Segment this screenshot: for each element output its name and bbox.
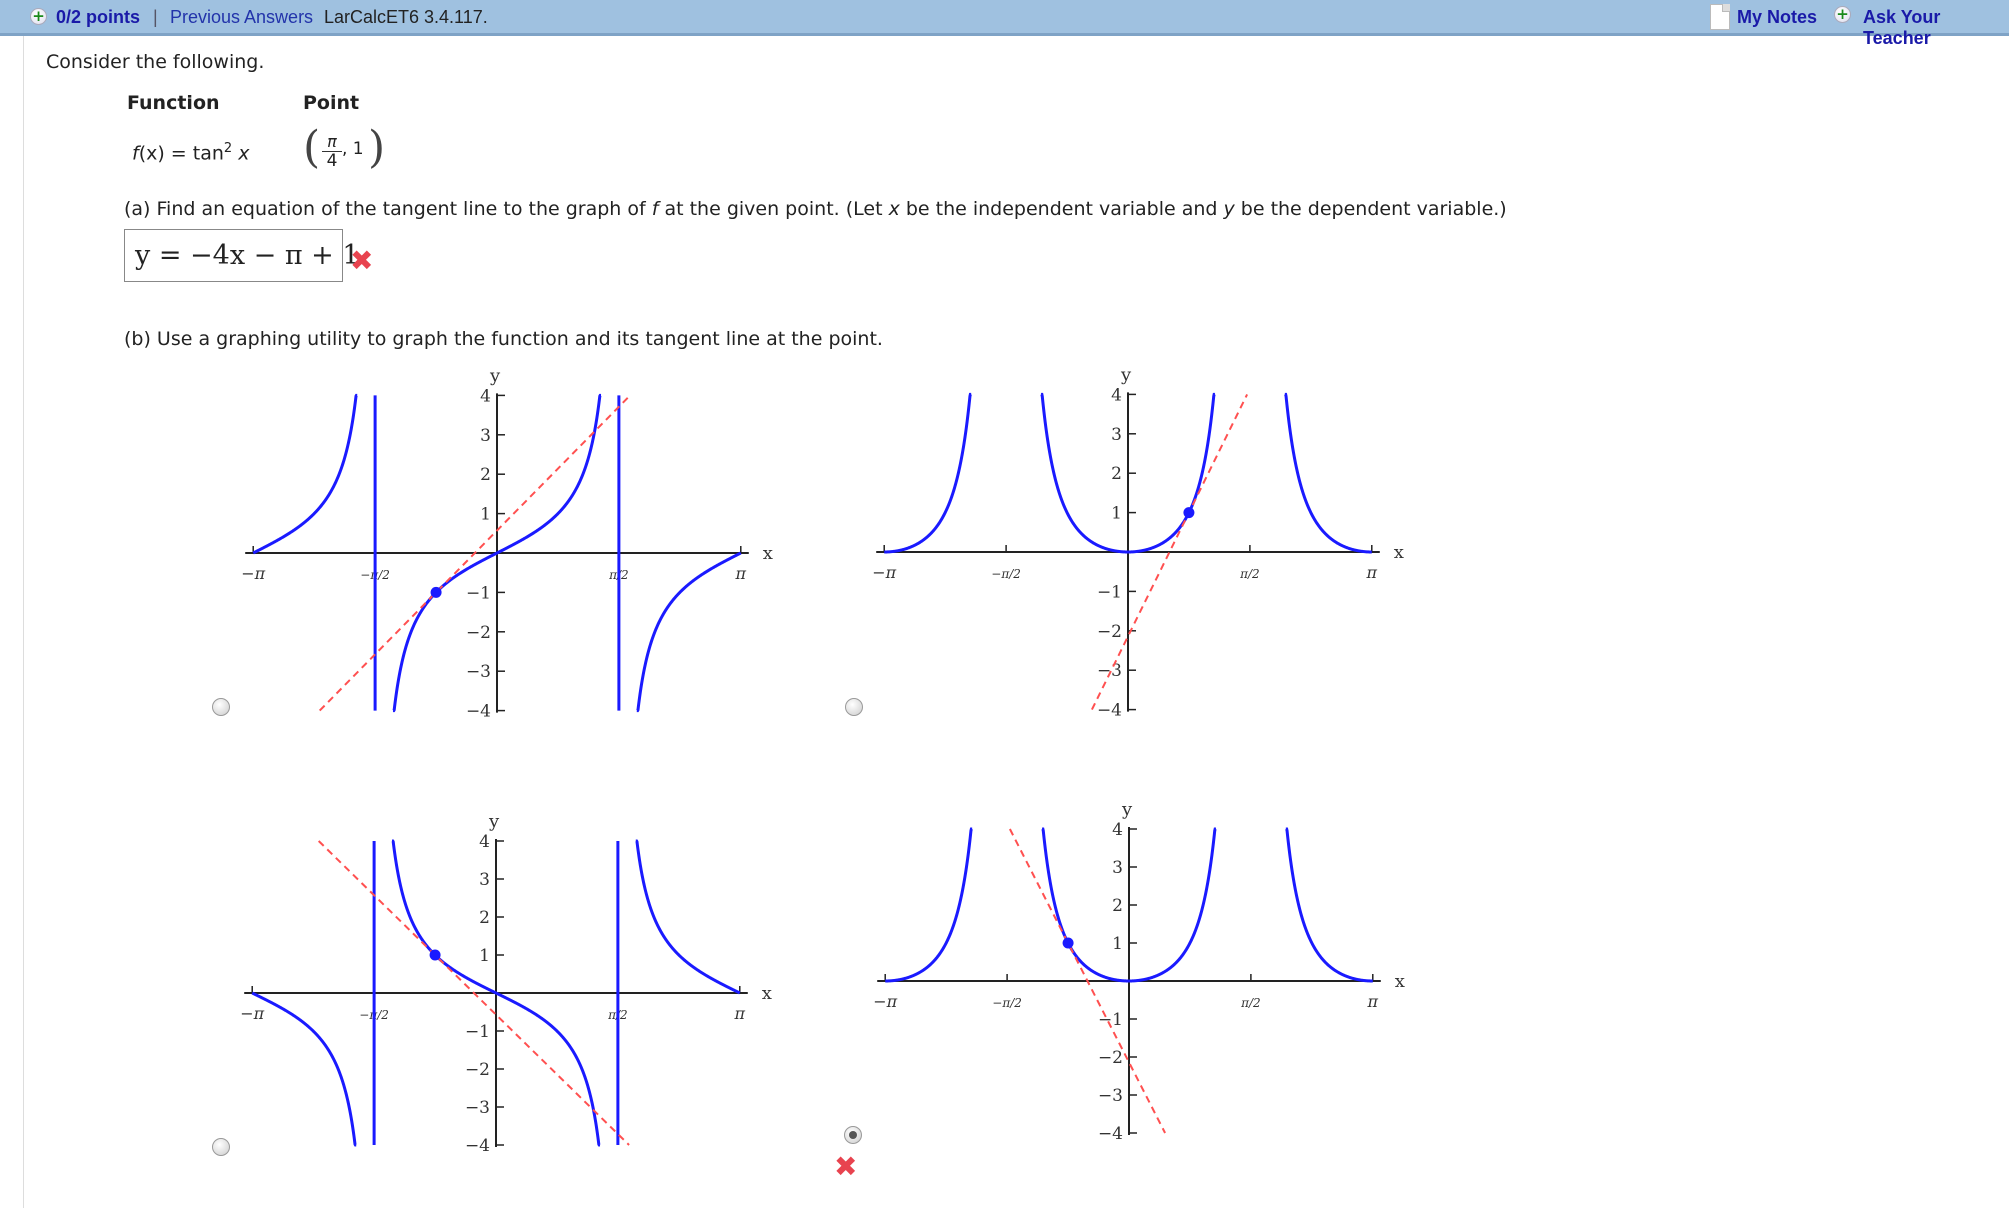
option-1-radio[interactable]: [212, 698, 230, 716]
x-tick-label: −π: [240, 1004, 264, 1023]
x-axis-label: x: [1395, 971, 1405, 992]
function-curve: [884, 392, 972, 554]
y-tick-label: −4: [1097, 701, 1122, 721]
y-tick-label: 1: [479, 946, 490, 966]
y-tick-label: −3: [1097, 661, 1122, 681]
y-axis-label: y: [488, 811, 500, 832]
function-curve: [636, 551, 742, 713]
y-tick-label: 2: [1112, 896, 1123, 916]
x-axis-label: x: [1394, 542, 1404, 563]
x-tick-label: π: [1367, 992, 1379, 1011]
x-tick-label: π/2: [1240, 996, 1261, 1010]
y-tick-label: −2: [466, 623, 491, 643]
y-tick-label: −1: [466, 583, 491, 603]
y-tick-label: −2: [465, 1060, 490, 1080]
tangent-point: [430, 586, 442, 598]
y-tick-label: 1: [1112, 934, 1123, 954]
y-tick-label: 2: [479, 908, 490, 928]
option-4-radio[interactable]: [844, 1126, 862, 1144]
x-axis-label: x: [763, 543, 773, 564]
y-tick-label: −3: [465, 1098, 490, 1118]
tangent-point: [429, 949, 441, 961]
y-tick-label: −4: [466, 702, 491, 722]
function-curve: [885, 827, 973, 983]
function-curve: [1285, 827, 1373, 983]
function-curve: [635, 839, 741, 995]
tangent-point: [1062, 937, 1074, 949]
y-axis-label: y: [1120, 364, 1132, 385]
y-tick-label: 1: [480, 505, 491, 525]
x-tick-label: π/2: [1239, 567, 1260, 581]
y-tick-label: 3: [479, 870, 490, 890]
y-axis-label: y: [1121, 799, 1133, 820]
x-tick-label: −π: [241, 564, 265, 583]
y-tick-label: 3: [1111, 425, 1122, 445]
function-curve: [1284, 392, 1372, 554]
y-tick-label: −4: [1098, 1124, 1123, 1144]
function-curve: [252, 393, 358, 555]
y-tick-label: 2: [1111, 464, 1122, 484]
tangent-point: [1183, 507, 1195, 519]
y-tick-label: 2: [480, 465, 491, 485]
x-tick-label: π: [1366, 563, 1378, 582]
y-tick-label: −3: [466, 662, 491, 682]
option-2-radio[interactable]: [845, 698, 863, 716]
y-tick-label: −2: [1098, 1048, 1123, 1068]
x-mark-icon: ✖: [834, 1150, 858, 1183]
x-tick-label: −π: [873, 992, 897, 1011]
y-tick-label: 4: [1111, 385, 1122, 405]
y-tick-label: 3: [1112, 858, 1123, 878]
x-tick-label: −π/2: [992, 996, 1022, 1010]
x-tick-label: π: [734, 1004, 746, 1023]
y-tick-label: 4: [1112, 820, 1123, 840]
y-tick-label: −3: [1098, 1086, 1123, 1106]
y-tick-label: −2: [1097, 622, 1122, 642]
y-tick-label: −1: [465, 1022, 490, 1042]
y-tick-label: 4: [479, 832, 490, 852]
y-tick-label: −1: [1097, 582, 1122, 602]
y-tick-label: 1: [1111, 504, 1122, 524]
y-tick-label: 3: [480, 426, 491, 446]
option-3-radio[interactable]: [212, 1138, 230, 1156]
y-tick-label: −4: [465, 1136, 490, 1156]
x-tick-label: −π: [872, 563, 896, 582]
x-tick-label: −π/2: [991, 567, 1021, 581]
function-curve: [251, 991, 357, 1147]
y-axis-label: y: [489, 365, 501, 386]
x-tick-label: π: [735, 564, 747, 583]
graph-options: xy4321−1−2−3−4−π−π/2π/2πxy4321−1−2−3−4−π…: [240, 364, 1405, 1156]
x-axis-label: x: [762, 983, 772, 1004]
y-tick-label: 4: [480, 386, 491, 406]
